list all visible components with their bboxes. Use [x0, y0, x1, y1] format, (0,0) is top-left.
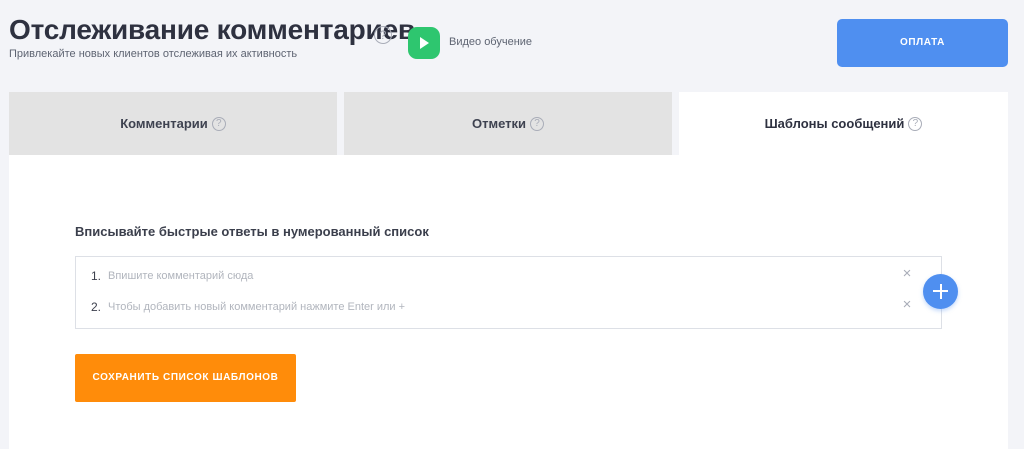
tab-bar: Комментарии? Отметки? Шаблоны сообщений? [9, 92, 1008, 155]
item-number: 2. [91, 300, 102, 314]
page-header: Отслеживание комментариев ? Привлекайте … [0, 0, 1024, 92]
list-item[interactable]: 1. Впишите комментарий сюда × [76, 264, 941, 288]
tab-label: Шаблоны сообщений [764, 116, 905, 131]
help-icon[interactable]: ? [530, 116, 545, 131]
list-item[interactable]: 2. Чтобы добавить новый комментарий нажм… [76, 295, 941, 319]
help-icon[interactable]: ? [374, 26, 392, 44]
save-templates-button[interactable]: СОХРАНИТЬ СПИСОК ШАБЛОНОВ [75, 354, 296, 402]
help-icon[interactable]: ? [908, 116, 923, 131]
item-number: 1. [91, 269, 102, 283]
template-input[interactable]: Впишите комментарий сюда [108, 270, 253, 282]
template-list: 1. Впишите комментарий сюда × 2. Чтобы д… [75, 256, 942, 329]
close-icon[interactable]: × [900, 266, 914, 281]
close-icon[interactable]: × [900, 297, 914, 312]
help-icon[interactable]: ? [211, 116, 226, 131]
page-title: Отслеживание комментариев [9, 14, 415, 45]
tab-label: Комментарии [120, 116, 208, 131]
tab-label: Отметки [471, 116, 527, 131]
tab-mentions[interactable]: Отметки? [344, 92, 672, 155]
page-subtitle: Привлекайте новых клиентов отслеживая их… [9, 48, 298, 60]
plus-icon[interactable] [923, 274, 958, 309]
templates-panel: Вписывайте быстрые ответы в нумерованный… [9, 155, 1008, 449]
template-input[interactable]: Чтобы добавить новый комментарий нажмите… [108, 301, 405, 313]
play-icon[interactable] [408, 27, 440, 59]
tab-comments[interactable]: Комментарии? [9, 92, 337, 155]
tab-message-templates[interactable]: Шаблоны сообщений? [679, 92, 1008, 155]
video-tutorial-link[interactable]: Видео обучение [449, 36, 532, 48]
templates-heading: Вписывайте быстрые ответы в нумерованный… [75, 224, 429, 239]
payment-button[interactable]: ОПЛАТА [837, 19, 1008, 67]
